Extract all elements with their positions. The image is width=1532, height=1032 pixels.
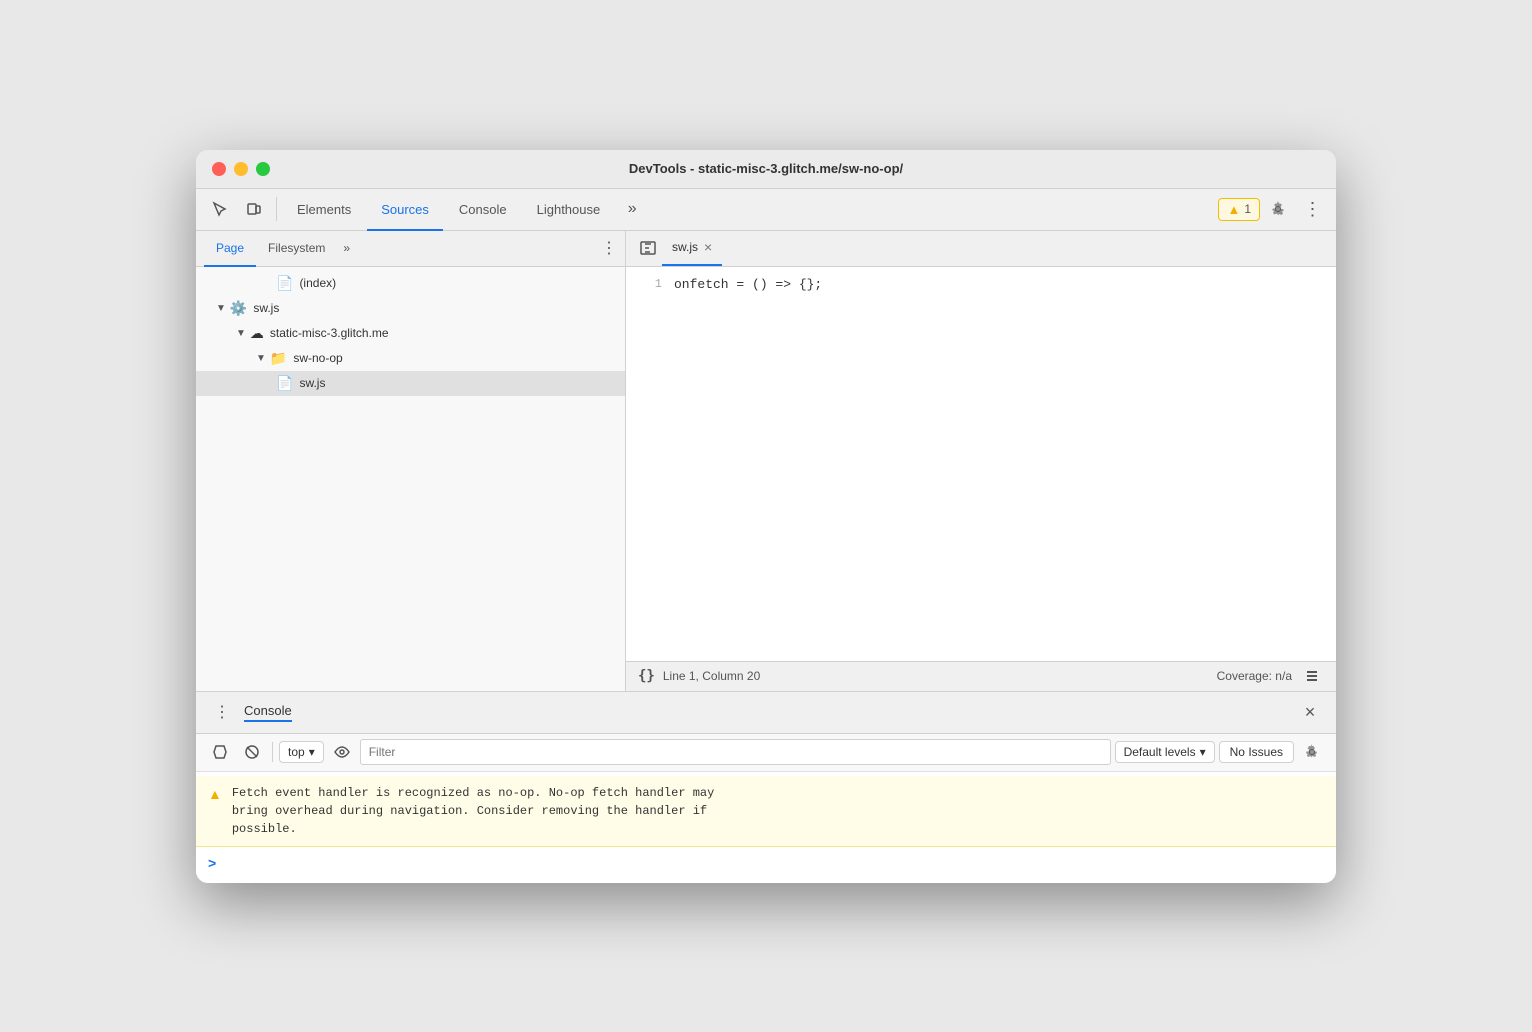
warning-message: ▲ Fetch event handler is recognized as n…	[196, 776, 1336, 847]
more-panel-tabs-button[interactable]: »	[337, 241, 356, 255]
level-label: Default levels	[1124, 745, 1196, 759]
more-options-button[interactable]: ⋮	[1296, 193, 1328, 225]
console-prompt-input[interactable]	[222, 856, 1324, 870]
editor-tabs: sw.js ×	[626, 231, 1336, 267]
coverage-action-button[interactable]	[1300, 664, 1324, 688]
toolbar-divider	[276, 197, 277, 221]
more-tabs-button[interactable]: »	[616, 193, 648, 225]
panel-options-button[interactable]: ⋮	[601, 238, 617, 258]
tree-item-static-misc[interactable]: ▼ ☁ static-misc-3.glitch.me	[196, 321, 625, 346]
right-panel: sw.js × 1 onfetch = () => {}; {} Line 1,…	[626, 231, 1336, 691]
console-section: ⋮ Console × top ▾	[196, 691, 1336, 883]
settings-button[interactable]	[1262, 193, 1294, 225]
console-divider	[272, 742, 273, 762]
tab-console[interactable]: Console	[445, 189, 521, 231]
device-toolbar-button[interactable]	[238, 193, 270, 225]
tree-item-label: sw.js	[253, 301, 279, 315]
navigator-button[interactable]	[634, 234, 662, 262]
code-area[interactable]: 1 onfetch = () => {};	[626, 267, 1336, 661]
cloud-icon: ☁	[250, 325, 264, 342]
level-selector[interactable]: Default levels ▾	[1115, 741, 1215, 763]
tree-arrow-icon: ▼	[256, 353, 266, 364]
service-worker-icon: ⚙️	[230, 300, 247, 317]
traffic-lights	[212, 162, 270, 176]
window-title: DevTools - static-misc-3.glitch.me/sw-no…	[629, 161, 903, 176]
status-bar-left: {} Line 1, Column 20	[638, 668, 760, 684]
tab-elements[interactable]: Elements	[283, 189, 365, 231]
folder-icon: 📁	[270, 350, 287, 367]
devtools-window: DevTools - static-misc-3.glitch.me/sw-no…	[196, 150, 1336, 883]
js-file-icon: 📄	[276, 375, 293, 392]
status-bar-right: Coverage: n/a	[1217, 664, 1324, 688]
panel-tabs: Page Filesystem » ⋮	[196, 231, 625, 267]
issues-button[interactable]: No Issues	[1219, 741, 1294, 763]
file-icon: 📄	[276, 275, 293, 292]
tree-item-sw-js[interactable]: 📄 sw.js	[196, 371, 625, 396]
context-label: top	[288, 745, 305, 759]
line-number: 1	[626, 275, 674, 291]
tab-page[interactable]: Page	[204, 231, 256, 267]
prompt-chevron-icon: >	[208, 855, 216, 871]
tree-item-label: sw.js	[299, 376, 325, 390]
console-messages: ▲ Fetch event handler is recognized as n…	[196, 772, 1336, 883]
main-content: Page Filesystem » ⋮ 📄 (index) ▼	[196, 231, 1336, 691]
maximize-button[interactable]	[256, 162, 270, 176]
console-toolbar: top ▾ Default levels ▾ No Issues	[196, 734, 1336, 772]
close-button[interactable]	[212, 162, 226, 176]
tab-lighthouse[interactable]: Lighthouse	[523, 189, 615, 231]
tree-item-sw-no-op[interactable]: ▼ 📁 sw-no-op	[196, 346, 625, 371]
coverage-label: Coverage: n/a	[1217, 669, 1292, 683]
console-title: Console	[244, 703, 292, 722]
tab-filesystem[interactable]: Filesystem	[256, 231, 337, 267]
tree-item-sw-js-root[interactable]: ▼ ⚙️ sw.js	[196, 296, 625, 321]
console-settings-button[interactable]	[1298, 738, 1326, 766]
tab-sources[interactable]: Sources	[367, 189, 443, 231]
tree-arrow-icon: ▼	[236, 328, 246, 339]
minimize-button[interactable]	[234, 162, 248, 176]
console-prompt: >	[196, 847, 1336, 879]
filter-input[interactable]	[360, 739, 1111, 765]
context-selector[interactable]: top ▾	[279, 741, 324, 763]
inspect-element-button[interactable]	[204, 193, 236, 225]
console-close-button[interactable]: ×	[1296, 698, 1324, 726]
clear-console-button[interactable]	[206, 738, 234, 766]
warning-icon: ▲	[1227, 202, 1240, 217]
chevron-down-icon: ▾	[309, 745, 315, 759]
block-icon-button[interactable]	[238, 738, 266, 766]
tree-item-label: (index)	[299, 276, 336, 290]
tree-item-index[interactable]: 📄 (index)	[196, 271, 625, 296]
console-options-button[interactable]: ⋮	[208, 698, 236, 726]
level-chevron-icon: ▾	[1200, 745, 1206, 759]
console-header: ⋮ Console ×	[196, 692, 1336, 734]
file-tree: 📄 (index) ▼ ⚙️ sw.js ▼ ☁ static-misc-3.g…	[196, 267, 625, 691]
title-bar: DevTools - static-misc-3.glitch.me/sw-no…	[196, 150, 1336, 189]
devtools-toolbar: Elements Sources Console Lighthouse » ▲ …	[196, 189, 1336, 231]
eye-icon-button[interactable]	[328, 738, 356, 766]
warning-message-text: Fetch event handler is recognized as no-…	[232, 784, 714, 838]
editor-tab-filename: sw.js	[672, 240, 698, 254]
status-bar: {} Line 1, Column 20 Coverage: n/a	[626, 661, 1336, 691]
left-panel: Page Filesystem » ⋮ 📄 (index) ▼	[196, 231, 626, 691]
tree-arrow-icon: ▼	[216, 303, 226, 314]
tree-item-label: static-misc-3.glitch.me	[270, 326, 389, 340]
cursor-position: Line 1, Column 20	[663, 669, 760, 683]
line-code: onfetch = () => {};	[674, 275, 822, 292]
code-line: 1 onfetch = () => {};	[626, 275, 1336, 297]
editor-tab-close-button[interactable]: ×	[704, 239, 712, 255]
editor-tab-sw-js[interactable]: sw.js ×	[662, 230, 722, 266]
format-button[interactable]: {}	[638, 668, 655, 684]
warning-badge[interactable]: ▲ 1	[1218, 198, 1260, 221]
warning-message-icon: ▲	[208, 786, 222, 802]
tree-item-label: sw-no-op	[293, 351, 342, 365]
